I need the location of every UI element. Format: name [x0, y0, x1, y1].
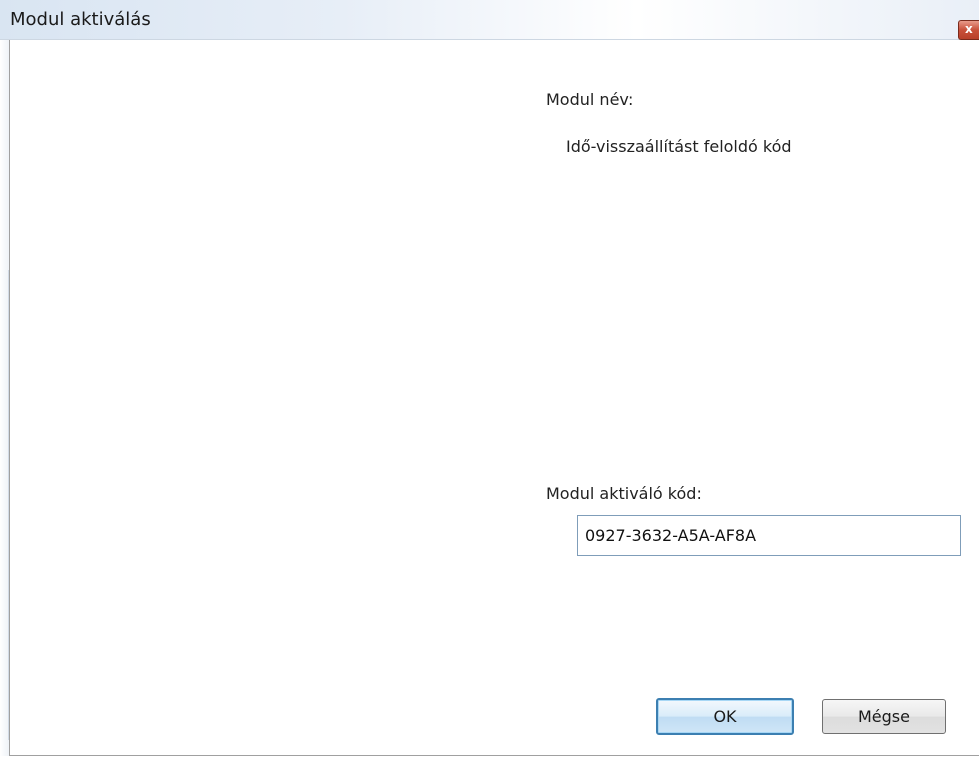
cancel-button[interactable]: Mégse	[822, 699, 946, 734]
activation-dialog: Modul aktiválás x Modul név: Idő-visszaá…	[0, 0, 979, 761]
activation-code-input[interactable]	[577, 515, 961, 556]
dialog-body	[9, 40, 979, 756]
module-name-value: Idő-visszaállítást feloldó kód	[566, 137, 792, 156]
activation-code-label: Modul aktiváló kód:	[546, 484, 702, 503]
module-name-label: Modul név:	[546, 90, 634, 109]
close-button[interactable]: x	[958, 20, 979, 40]
window-left-border	[0, 40, 10, 756]
ok-button[interactable]: OK	[656, 698, 794, 735]
window-title: Modul aktiválás	[10, 9, 151, 30]
title-bar[interactable]: Modul aktiválás x	[0, 0, 979, 40]
close-icon: x	[965, 22, 973, 36]
